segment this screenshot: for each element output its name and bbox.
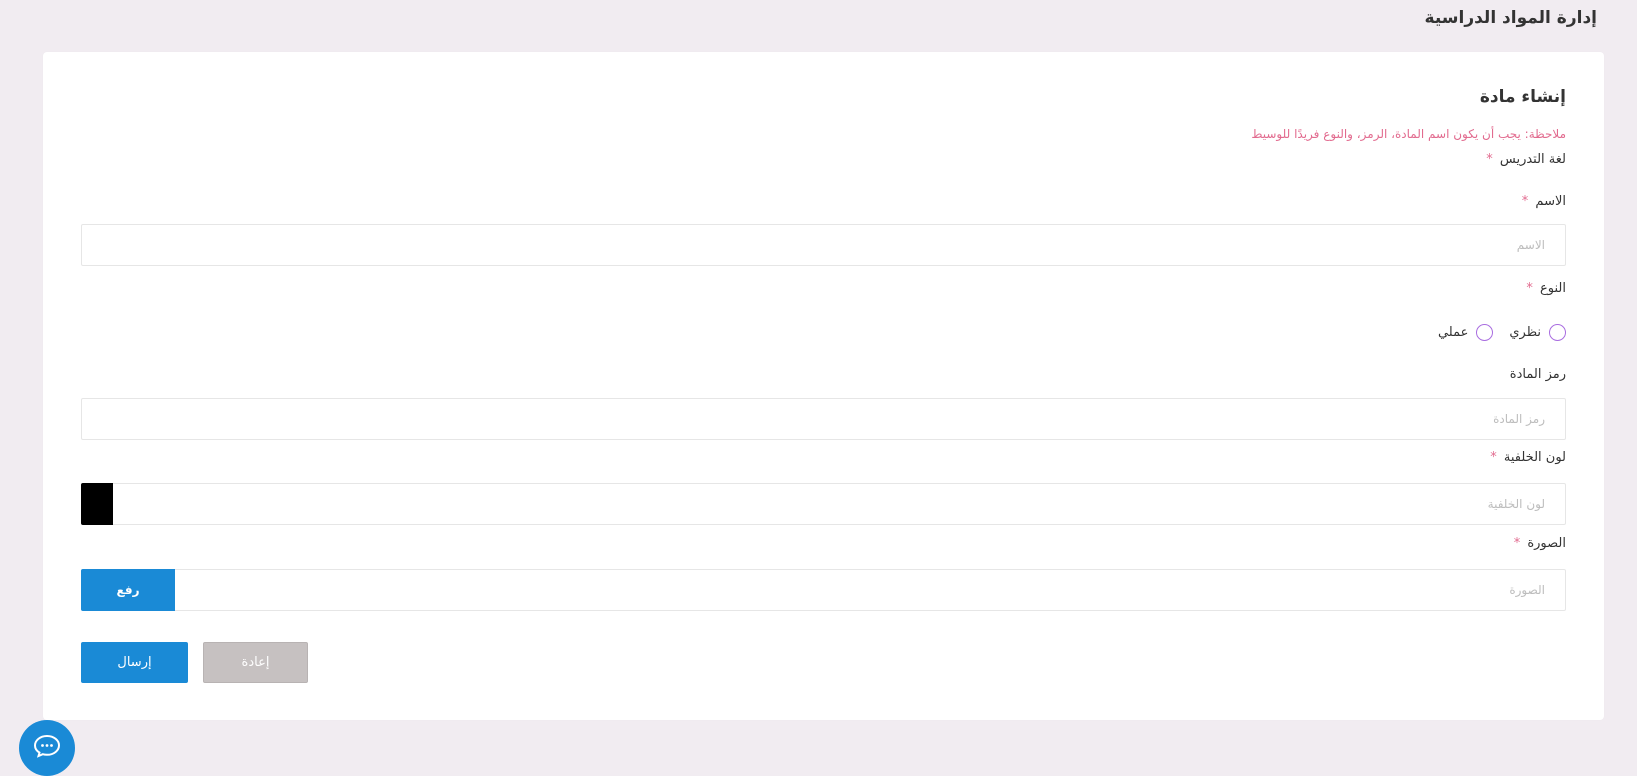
radio-button[interactable]: [1549, 324, 1566, 341]
type-option-practical[interactable]: عملي: [1437, 324, 1494, 341]
name-input[interactable]: [81, 224, 1566, 266]
image-label: الصورة: [1527, 536, 1566, 551]
name-label-row: الاسم *: [1522, 194, 1566, 209]
required-mark: *: [1521, 194, 1529, 209]
image-field: رفع: [81, 569, 1566, 611]
image-input[interactable]: [81, 569, 1566, 611]
form-note: ملاحظة: يجب أن يكون اسم المادة، الرمز، و…: [1251, 127, 1566, 141]
type-label: النوع: [1540, 281, 1566, 296]
create-subject-card: إنشاء مادة ملاحظة: يجب أن يكون اسم الماد…: [43, 52, 1604, 720]
background-color-label: لون الخلفية: [1503, 450, 1566, 465]
chat-bubble-icon: [33, 734, 61, 758]
type-option-theoretical[interactable]: نظري: [1509, 324, 1566, 341]
type-label-row: النوع *: [1526, 281, 1566, 296]
subject-code-input[interactable]: [81, 398, 1566, 440]
create-subject-form: إنشاء مادة ملاحظة: يجب أن يكون اسم الماد…: [81, 52, 1566, 720]
type-radio-group: نظري عملي: [1422, 324, 1566, 341]
background-color-label-row: لون الخلفية *: [1490, 450, 1566, 465]
upload-button[interactable]: رفع: [81, 569, 175, 611]
required-mark: *: [1486, 152, 1493, 167]
color-swatch[interactable]: [81, 483, 113, 525]
code-label-row: رمز المادة: [1510, 367, 1566, 382]
background-color-input[interactable]: [81, 483, 1566, 525]
submit-button[interactable]: إرسال: [81, 642, 188, 683]
name-label: الاسم: [1535, 194, 1566, 209]
form-title: إنشاء مادة: [1479, 87, 1566, 107]
radio-button[interactable]: [1476, 324, 1494, 341]
code-label: رمز المادة: [1509, 367, 1566, 382]
radio-label: نظري: [1509, 325, 1541, 340]
background-color-field: [81, 483, 1566, 525]
required-mark: *: [1490, 450, 1497, 465]
required-mark: *: [1513, 536, 1521, 551]
reset-button[interactable]: إعادة: [203, 642, 308, 683]
language-label: لغة التدريس: [1499, 152, 1566, 167]
required-mark: *: [1526, 281, 1533, 296]
radio-label: عملي: [1437, 325, 1469, 340]
image-label-row: الصورة *: [1514, 536, 1566, 551]
language-label-row: لغة التدريس *: [1486, 152, 1566, 167]
chat-button[interactable]: [19, 720, 75, 776]
page-title: إدارة المواد الدراسية: [1424, 8, 1597, 28]
